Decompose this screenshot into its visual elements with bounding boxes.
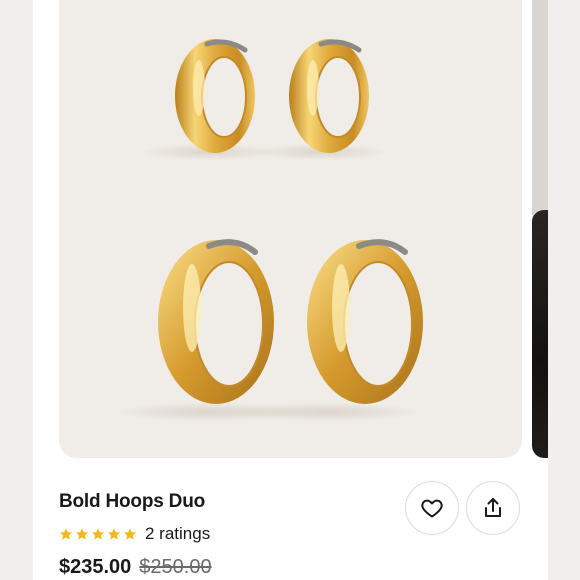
hair-image-fragment <box>532 210 548 458</box>
price-row: $235.00 $250.00 <box>59 556 212 579</box>
next-product-image-peek[interactable] <box>532 0 548 458</box>
rating-row[interactable]: 2 ratings <box>59 523 210 545</box>
product-image[interactable] <box>59 0 522 458</box>
star-icon <box>59 528 73 540</box>
current-price: $235.00 <box>59 556 132 578</box>
large-hoop-left <box>158 239 274 404</box>
star-icon <box>91 528 105 540</box>
small-hoop-right <box>289 39 369 153</box>
star-icon <box>75 528 89 540</box>
star-icon <box>107 528 121 540</box>
favorite-button[interactable] <box>405 481 459 535</box>
share-button[interactable] <box>466 481 520 535</box>
rating-stars <box>59 527 137 541</box>
right-gutter <box>548 0 580 580</box>
small-hoop-left <box>175 39 255 153</box>
product-title[interactable]: Bold Hoops Duo <box>59 491 205 513</box>
rating-count: 2 ratings <box>145 524 211 543</box>
left-gutter <box>0 0 33 580</box>
hoop-shadow <box>232 402 422 422</box>
star-icon <box>123 528 137 540</box>
large-hoop-right <box>307 239 423 404</box>
share-icon <box>485 498 501 517</box>
heart-icon <box>421 499 443 518</box>
original-price: $250.00 <box>139 556 212 578</box>
